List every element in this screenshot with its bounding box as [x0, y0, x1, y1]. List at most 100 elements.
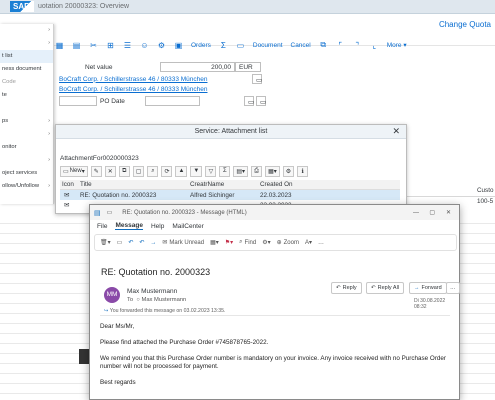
po-date-field[interactable]	[145, 96, 200, 106]
reply-all-icon[interactable]: ↶	[139, 239, 144, 246]
avatar[interactable]: MM	[104, 287, 120, 303]
settings-icon[interactable]: ⚙	[282, 165, 295, 177]
party-link-2[interactable]: BoCraft Corp. / Schillerstrasse 46 / 803…	[59, 86, 249, 93]
archive-icon[interactable]: ▭	[117, 239, 123, 246]
save-icon[interactable]: ▭	[107, 209, 113, 216]
reply-button[interactable]: ↶ Reply	[331, 282, 362, 294]
menu-item-label: oject services	[2, 170, 38, 176]
copy-icon[interactable]: ⧉	[319, 40, 328, 50]
sum-icon[interactable]: Σ	[219, 41, 228, 50]
detail-icon[interactable]: ▢	[132, 165, 145, 177]
close-icon[interactable]: ✕	[446, 209, 451, 216]
net-value-field[interactable]: 200,00	[160, 62, 235, 72]
party-lookup-icon[interactable]: ▭	[252, 74, 262, 84]
bracket2-icon[interactable]: ⌝	[353, 41, 362, 50]
document-icon[interactable]: ▭	[236, 41, 245, 50]
sum-icon[interactable]: Σ	[219, 165, 231, 177]
mail-icon: ✉	[64, 191, 70, 199]
tools-icon[interactable]: ⚙▾	[262, 239, 270, 246]
menu-file[interactable]: File	[97, 223, 107, 230]
sort-desc-icon[interactable]: ▼	[190, 165, 203, 177]
menu-item[interactable]: ›	[0, 37, 53, 50]
info-icon[interactable]: ℹ	[297, 165, 309, 177]
divider	[407, 196, 495, 197]
maximize-icon[interactable]: ▢	[429, 209, 435, 216]
recipient-name[interactable]: Max Mustermann	[142, 297, 187, 303]
more-icon[interactable]: …	[318, 240, 324, 246]
column-header[interactable]: CreatrName	[190, 181, 260, 188]
menu-item[interactable]: ›	[0, 24, 53, 37]
orders-button[interactable]: Orders	[191, 42, 211, 49]
user-icon[interactable]: ☺	[140, 41, 149, 50]
sap-toolbar: ▦ ▤ ✂ ⊞ ☰ ☺ ⚙ ▣ Orders Σ ▭ Document Canc…	[55, 38, 495, 52]
menu-item[interactable]: ps ›	[0, 115, 53, 128]
translate-icon[interactable]: A▾	[305, 239, 312, 246]
cancel-button[interactable]: Cancel	[291, 42, 311, 49]
new-button[interactable]: ▭ New ▾	[60, 165, 88, 177]
calendar-icon[interactable]: ▭	[244, 96, 254, 106]
more-button[interactable]: More ▾	[387, 41, 407, 49]
menu-item[interactable]: Code	[0, 76, 53, 89]
sort-asc-icon[interactable]: ▲	[175, 165, 188, 177]
search-icon[interactable]: ⌕	[147, 165, 159, 177]
filter-icon[interactable]: ▽	[205, 165, 217, 177]
find-button[interactable]: ⌕ Find	[239, 239, 256, 246]
currency-field[interactable]: EUR	[235, 62, 261, 72]
reply-icon[interactable]: ↶	[128, 239, 133, 246]
po-number-field[interactable]	[59, 96, 97, 106]
bracket-icon[interactable]: ⌜	[336, 41, 345, 50]
menu-item[interactable]: ollow/Unfollow ›	[0, 180, 53, 193]
sender-name[interactable]: Max Mustermann	[127, 288, 177, 295]
lock-icon[interactable]: ▣	[174, 41, 183, 50]
party-link-1[interactable]: BoCraft Corp. / Schillerstrasse 46 / 803…	[59, 76, 249, 83]
zoom-button[interactable]: ⊕ Zoom	[277, 239, 299, 247]
copy-icon[interactable]: ⧉	[118, 165, 130, 177]
history-icon[interactable]: ▭	[256, 96, 266, 106]
grid-icon[interactable]: ▦	[55, 41, 64, 50]
chevron-right-icon: ›	[48, 40, 50, 46]
column-header[interactable]: Created On	[260, 181, 320, 188]
menu-item[interactable]: ›	[0, 128, 53, 141]
forward-icon[interactable]: →	[150, 240, 156, 246]
cut-icon[interactable]: ✂	[89, 41, 98, 50]
refresh-icon[interactable]: ⟳	[161, 165, 173, 177]
more-actions-button[interactable]: …	[446, 282, 460, 294]
document-button[interactable]: Document	[253, 42, 283, 49]
reply-all-button[interactable]: ↶ Reply All	[366, 282, 405, 294]
menu-item[interactable]: ›	[0, 154, 53, 167]
column-header[interactable]: Title	[75, 181, 190, 188]
categorize-icon[interactable]: ▦▾	[210, 239, 219, 246]
close-icon[interactable]: ✕	[392, 126, 400, 137]
tree-icon[interactable]: ⊞	[106, 41, 115, 50]
menu-item[interactable]	[0, 102, 53, 115]
menu-item[interactable]: ness document	[0, 63, 53, 76]
attachment-title: RE: Quotation no. 2000323	[80, 191, 157, 199]
delete-icon[interactable]: 🗑▾	[100, 239, 111, 246]
column-header[interactable]: Icon	[60, 181, 75, 188]
layout-icon[interactable]: ▦▾	[265, 165, 280, 177]
forward-arrow-icon: ↪	[104, 308, 109, 314]
mark-unread-button[interactable]: ✉ Mark Unread	[162, 239, 204, 247]
menu-message[interactable]: Message	[115, 222, 143, 230]
attachment-creator: Alfred Sichinger	[190, 191, 235, 199]
export-icon[interactable]: ▤▾	[233, 165, 249, 177]
menu-item[interactable]: te	[0, 89, 53, 102]
tools-icon[interactable]: ⚙	[157, 41, 166, 50]
menu-item[interactable]: oject services	[0, 167, 53, 180]
table-row[interactable]: ✉ RE: Quotation no. 2000323 Alfred Sichi…	[60, 190, 400, 200]
menu-item[interactable]: t list	[0, 50, 53, 63]
change-quotation-link[interactable]: Change Quota	[439, 20, 491, 29]
edit-icon[interactable]: ✎	[90, 165, 102, 177]
list-icon[interactable]: ☰	[123, 41, 132, 50]
delete-icon[interactable]: ✕	[104, 165, 116, 177]
minimize-icon[interactable]: —	[413, 210, 419, 216]
outlook-icon: ▤	[94, 209, 101, 217]
menu-mailcenter[interactable]: MailCenter	[172, 223, 203, 230]
frame-icon[interactable]: ⌞	[370, 41, 379, 50]
forward-button[interactable]: → Forward	[409, 282, 447, 294]
flag-icon[interactable]: ⚑▾	[225, 239, 233, 246]
menu-item[interactable]: onitor	[0, 141, 53, 154]
table-icon[interactable]: ▤	[72, 41, 81, 50]
menu-help[interactable]: Help	[151, 223, 164, 230]
print-icon[interactable]: ⎙	[251, 165, 263, 177]
